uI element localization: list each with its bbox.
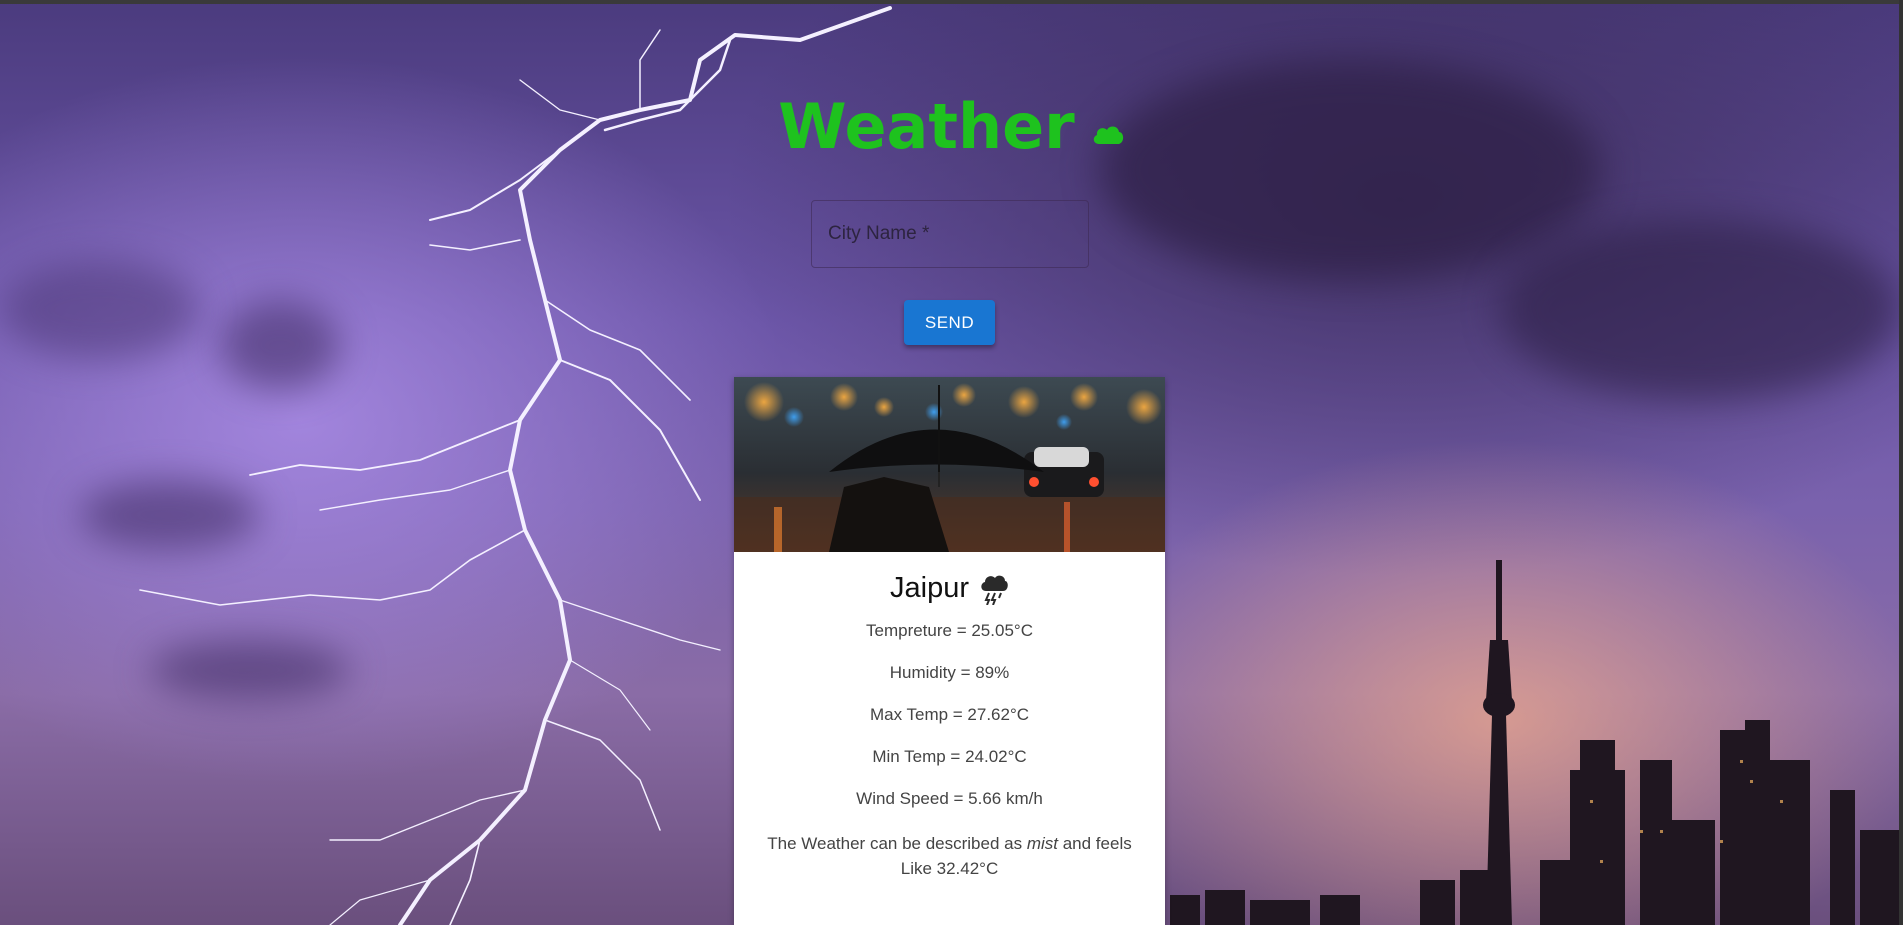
- humidity-text: Humidity = 89%: [889, 663, 1010, 682]
- umbrella-rain-image: [734, 377, 1165, 552]
- city-name-input[interactable]: [811, 200, 1089, 268]
- header: Weather: [0, 90, 1903, 163]
- thunderstorm-cloud-icon: [981, 575, 1008, 605]
- min-temp-text: Min Temp = 24.02°C: [872, 747, 1027, 766]
- weather-result-card: Jaipur Tempreture = 25.05°C Humidity = 8…: [734, 377, 1165, 925]
- send-button[interactable]: SEND: [904, 300, 995, 345]
- page-title: Weather: [778, 90, 1124, 163]
- page-title-text: Weather: [778, 90, 1075, 163]
- description-condition: mist: [1026, 834, 1058, 853]
- weather-description: The Weather can be described as mist and…: [754, 831, 1145, 881]
- city-title: Jaipur: [734, 572, 1165, 605]
- wind-speed-text: Wind Speed = 5.66 km/h: [856, 789, 1043, 808]
- window-right-border: [1899, 0, 1903, 925]
- max-temp-text: Max Temp = 27.62°C: [869, 705, 1030, 724]
- city-name: Jaipur: [890, 572, 969, 604]
- window-top-border: [0, 0, 1903, 4]
- weather-details: Jaipur Tempreture = 25.05°C Humidity = 8…: [734, 572, 1165, 881]
- description-prefix: The Weather can be described as: [767, 834, 1027, 853]
- cloud-icon: [1093, 125, 1123, 144]
- temperature-text: Tempreture = 25.05°C: [866, 621, 1033, 640]
